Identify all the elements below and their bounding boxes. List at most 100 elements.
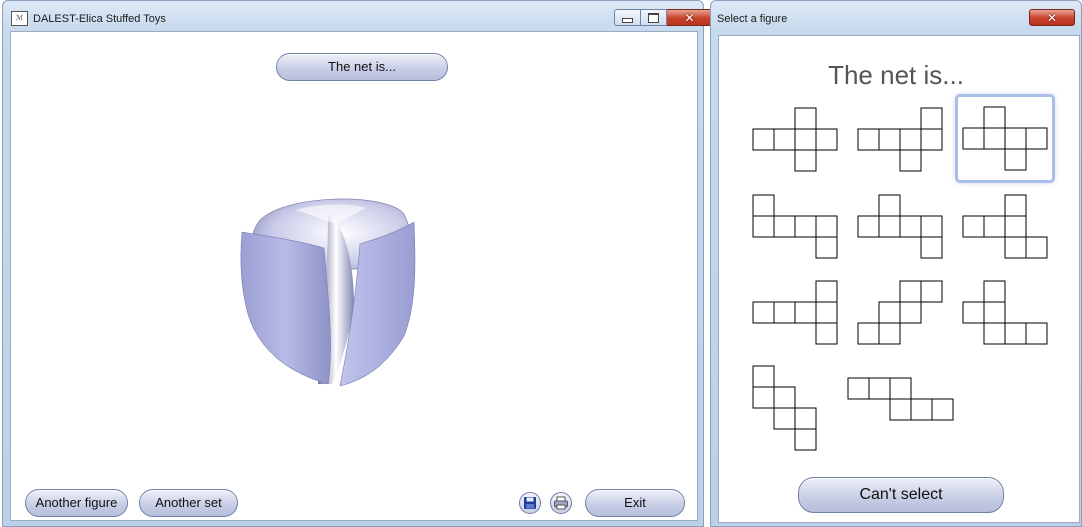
net-diagram [857, 280, 943, 345]
net-square [773, 128, 796, 151]
net-square [889, 377, 912, 400]
net-square [815, 301, 838, 324]
net-diagram [962, 194, 1048, 259]
net-square [794, 301, 817, 324]
net-square [1004, 148, 1027, 171]
net-option[interactable] [752, 365, 817, 451]
net-square [1004, 127, 1027, 150]
net-square [920, 107, 943, 130]
net-square [752, 301, 775, 324]
net-square [962, 215, 985, 238]
net-square [983, 215, 1006, 238]
net-square [815, 236, 838, 259]
app-icon: ℳ [11, 11, 28, 26]
exit-button[interactable]: Exit [585, 489, 685, 517]
net-option[interactable] [752, 194, 838, 259]
net-diagram [752, 107, 838, 172]
net-diagram [857, 194, 943, 259]
net-square [752, 194, 775, 217]
net-square [773, 407, 796, 430]
printer-icon [554, 496, 568, 510]
select-caption-buttons: ✕ [1029, 9, 1075, 27]
net-square [889, 398, 912, 421]
net-square [773, 386, 796, 409]
maximize-icon [648, 12, 659, 23]
net-diagram [752, 194, 838, 259]
net-square [847, 377, 870, 400]
net-square [794, 149, 817, 172]
select-window-title: Select a figure [717, 13, 788, 25]
net-square [983, 280, 1006, 303]
net-diagram [857, 107, 943, 172]
floppy-disk-icon [524, 497, 536, 509]
net-square [752, 386, 775, 409]
select-title-bar[interactable]: Select a figure ✕ [711, 1, 1081, 31]
net-square [857, 128, 880, 151]
net-option[interactable] [752, 280, 838, 345]
net-square [752, 128, 775, 151]
net-option[interactable] [955, 94, 1055, 183]
net-option[interactable] [857, 280, 943, 345]
net-square [878, 322, 901, 345]
net-square [983, 106, 1006, 129]
another-figure-button[interactable]: Another figure [25, 489, 128, 517]
net-option[interactable] [857, 194, 943, 259]
print-icon[interactable] [550, 492, 572, 514]
net-square [962, 127, 985, 150]
net-square [794, 215, 817, 238]
net-square [794, 128, 817, 151]
maximize-button[interactable] [641, 9, 667, 26]
caption-buttons: ✕ [614, 9, 713, 27]
net-square [1025, 127, 1048, 150]
net-option[interactable] [962, 194, 1048, 259]
net-square [1004, 322, 1027, 345]
net-square [794, 428, 817, 451]
net-square [920, 236, 943, 259]
another-set-button[interactable]: Another set [139, 489, 238, 517]
net-square [794, 407, 817, 430]
net-square [983, 301, 1006, 324]
net-square [899, 280, 922, 303]
minimize-icon [622, 18, 633, 23]
net-option[interactable] [847, 377, 954, 421]
net-option[interactable] [857, 107, 943, 172]
net-square [878, 301, 901, 324]
net-diagram [752, 365, 817, 451]
save-icon[interactable] [519, 492, 541, 514]
net-square [773, 215, 796, 238]
main-window-title: DALEST-Elica Stuffed Toys [33, 13, 166, 25]
net-square [1004, 236, 1027, 259]
net-square [878, 194, 901, 217]
minimize-button[interactable] [614, 9, 641, 26]
main-title-bar[interactable]: ℳ DALEST-Elica Stuffed Toys ✕ [3, 1, 713, 31]
net-square [878, 215, 901, 238]
net-square [857, 215, 880, 238]
net-square [899, 301, 922, 324]
net-square [794, 107, 817, 130]
net-square [815, 215, 838, 238]
net-diagram [962, 106, 1048, 171]
select-heading: The net is... [828, 60, 964, 90]
net-square [1004, 215, 1027, 238]
close-icon: ✕ [1046, 10, 1058, 25]
net-diagram [847, 377, 954, 421]
net-is-button[interactable]: The net is... [276, 53, 448, 81]
cant-select-button[interactable]: Can't select [798, 477, 1004, 513]
net-option[interactable] [752, 107, 838, 172]
net-square [962, 301, 985, 324]
net-square [920, 215, 943, 238]
net-square [1025, 322, 1048, 345]
net-diagram [752, 280, 838, 345]
net-square [815, 280, 838, 303]
net-diagram [962, 280, 1048, 345]
net-option[interactable] [962, 280, 1048, 345]
net-square [773, 301, 796, 324]
net-square [815, 322, 838, 345]
stuffed-cube-figure [240, 198, 416, 387]
net-square [931, 398, 954, 421]
net-square [983, 127, 1006, 150]
select-close-button[interactable]: ✕ [1029, 9, 1075, 26]
close-icon: ✕ [684, 10, 695, 25]
net-square [752, 215, 775, 238]
close-button[interactable]: ✕ [667, 9, 713, 26]
